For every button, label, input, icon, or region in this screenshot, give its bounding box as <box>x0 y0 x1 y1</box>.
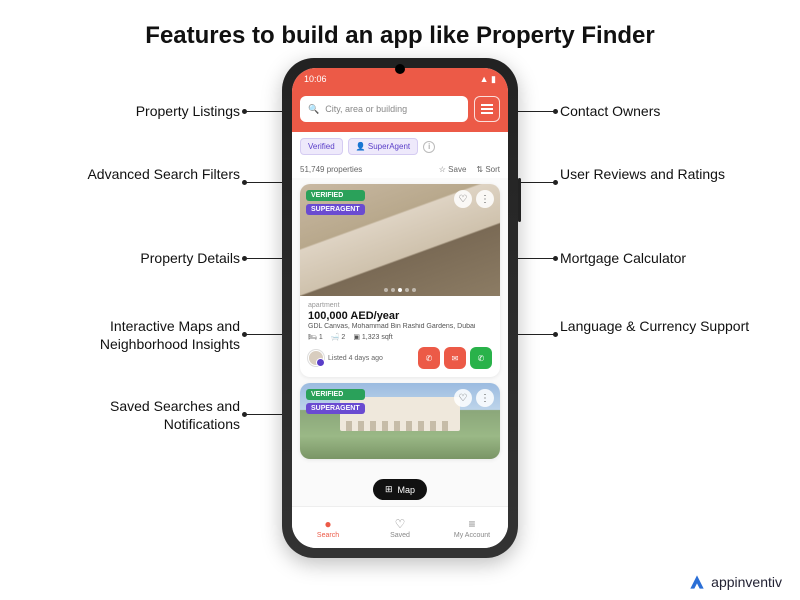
listed-time: Listed 4 days ago <box>328 355 383 362</box>
phone-icon: ✆ <box>426 354 433 363</box>
call-button[interactable]: ✆ <box>418 347 440 369</box>
badge-verified: VERIFIED <box>306 389 365 400</box>
status-icons: ▲ ▮ <box>480 74 496 85</box>
feature-property-details: Property Details <box>60 250 240 268</box>
carousel-dots <box>384 288 416 292</box>
phone-frame: 10:06 ▲ ▮ 🔍 City, area or building Verif… <box>282 58 518 558</box>
listing-card[interactable]: VERIFIED SUPERAGENT ♡ ⋮ <box>300 383 500 459</box>
listings-scroll[interactable]: VERIFIED SUPERAGENT ♡ ⋮ apartment <box>292 178 508 506</box>
nav-search[interactable]: ● Search <box>292 507 364 548</box>
chip-verified[interactable]: Verified <box>300 138 343 155</box>
bottom-nav: ● Search ♡ Saved ≡ My Account <box>292 506 508 548</box>
feature-user-reviews: User Reviews and Ratings <box>560 166 740 184</box>
listing-body: apartment 100,000 AED/year GDL Canvas, M… <box>300 296 500 377</box>
phone-screen: 10:06 ▲ ▮ 🔍 City, area or building Verif… <box>292 68 508 548</box>
more-icon[interactable]: ⋮ <box>476 190 494 208</box>
page-title: Features to build an app like Property F… <box>0 0 800 50</box>
filter-chips-row: Verified 👤 SuperAgent i <box>292 132 508 161</box>
diagram-stage: Property Listings Advanced Search Filter… <box>0 58 800 578</box>
whatsapp-button[interactable]: ✆ <box>470 347 492 369</box>
listing-specs: 🛏 1 🛁 2 ▣ 1,323 sqft <box>308 333 492 341</box>
beds-spec: 🛏 1 <box>308 333 323 341</box>
results-count: 51,749 properties <box>300 165 362 174</box>
favorite-icon[interactable]: ♡ <box>454 190 472 208</box>
more-icon[interactable]: ⋮ <box>476 389 494 407</box>
feature-advanced-search-filters: Advanced Search Filters <box>60 166 240 184</box>
map-icon: ⊞ <box>385 484 393 495</box>
search-input[interactable]: 🔍 City, area or building <box>300 96 468 122</box>
nav-account[interactable]: ≡ My Account <box>436 507 508 548</box>
badge-verified: VERIFIED <box>306 190 365 201</box>
feature-mortgage-calculator: Mortgage Calculator <box>560 250 760 268</box>
baths-spec: 🛁 2 <box>331 333 346 341</box>
feature-language-currency: Language & Currency Support <box>560 318 760 336</box>
listing-card[interactable]: VERIFIED SUPERAGENT ♡ ⋮ apartment <box>300 184 500 377</box>
search-icon: 🔍 <box>308 104 319 115</box>
listing-price: 100,000 AED/year <box>308 310 492 322</box>
brand-name: appinventiv <box>711 574 782 590</box>
search-placeholder: City, area or building <box>325 104 407 114</box>
camera-notch <box>395 64 405 74</box>
feature-saved-searches: Saved Searches and Notifications <box>60 398 240 433</box>
filter-button[interactable] <box>474 96 500 122</box>
mail-icon: ✉ <box>452 354 459 363</box>
map-toggle-button[interactable]: ⊞ Map <box>373 479 427 500</box>
listing-type: apartment <box>308 302 492 309</box>
map-label: Map <box>398 485 416 495</box>
hamburger-icon <box>481 108 493 110</box>
heart-icon: ♡ <box>393 517 407 531</box>
top-bar: 🔍 City, area or building <box>292 90 508 132</box>
feature-property-listings: Property Listings <box>60 103 240 121</box>
email-button[interactable]: ✉ <box>444 347 466 369</box>
whatsapp-icon: ✆ <box>478 354 485 363</box>
save-action[interactable]: ☆ Save <box>439 165 467 174</box>
listing-address: GDL Canvas, Mohammad Bin Rashid Gardens,… <box>308 323 492 330</box>
listing-image: VERIFIED SUPERAGENT ♡ ⋮ <box>300 184 500 296</box>
sort-action[interactable]: ⇅ Sort <box>476 165 500 174</box>
nav-saved[interactable]: ♡ Saved <box>364 507 436 548</box>
search-nav-icon: ● <box>321 517 335 531</box>
nav-label: Search <box>317 532 339 539</box>
agent-avatar[interactable] <box>308 350 324 366</box>
info-icon[interactable]: i <box>423 141 435 153</box>
listing-image: VERIFIED SUPERAGENT ♡ ⋮ <box>300 383 500 459</box>
feature-contact-owners: Contact Owners <box>560 103 740 121</box>
status-time: 10:06 <box>304 74 327 84</box>
badge-superagent: SUPERAGENT <box>306 403 365 414</box>
badge-superagent: SUPERAGENT <box>306 204 365 215</box>
favorite-icon[interactable]: ♡ <box>454 389 472 407</box>
appinventiv-icon <box>689 574 705 590</box>
user-icon: ≡ <box>465 517 479 531</box>
brand-logo: appinventiv <box>689 574 782 590</box>
area-spec: ▣ 1,323 sqft <box>353 333 392 341</box>
feature-interactive-maps: Interactive Maps and Neighborhood Insigh… <box>50 318 240 353</box>
chip-superagent[interactable]: 👤 SuperAgent <box>348 138 418 155</box>
results-meta-row: 51,749 properties ☆ Save ⇅ Sort <box>292 161 508 178</box>
nav-label: My Account <box>454 532 490 539</box>
nav-label: Saved <box>390 532 410 539</box>
